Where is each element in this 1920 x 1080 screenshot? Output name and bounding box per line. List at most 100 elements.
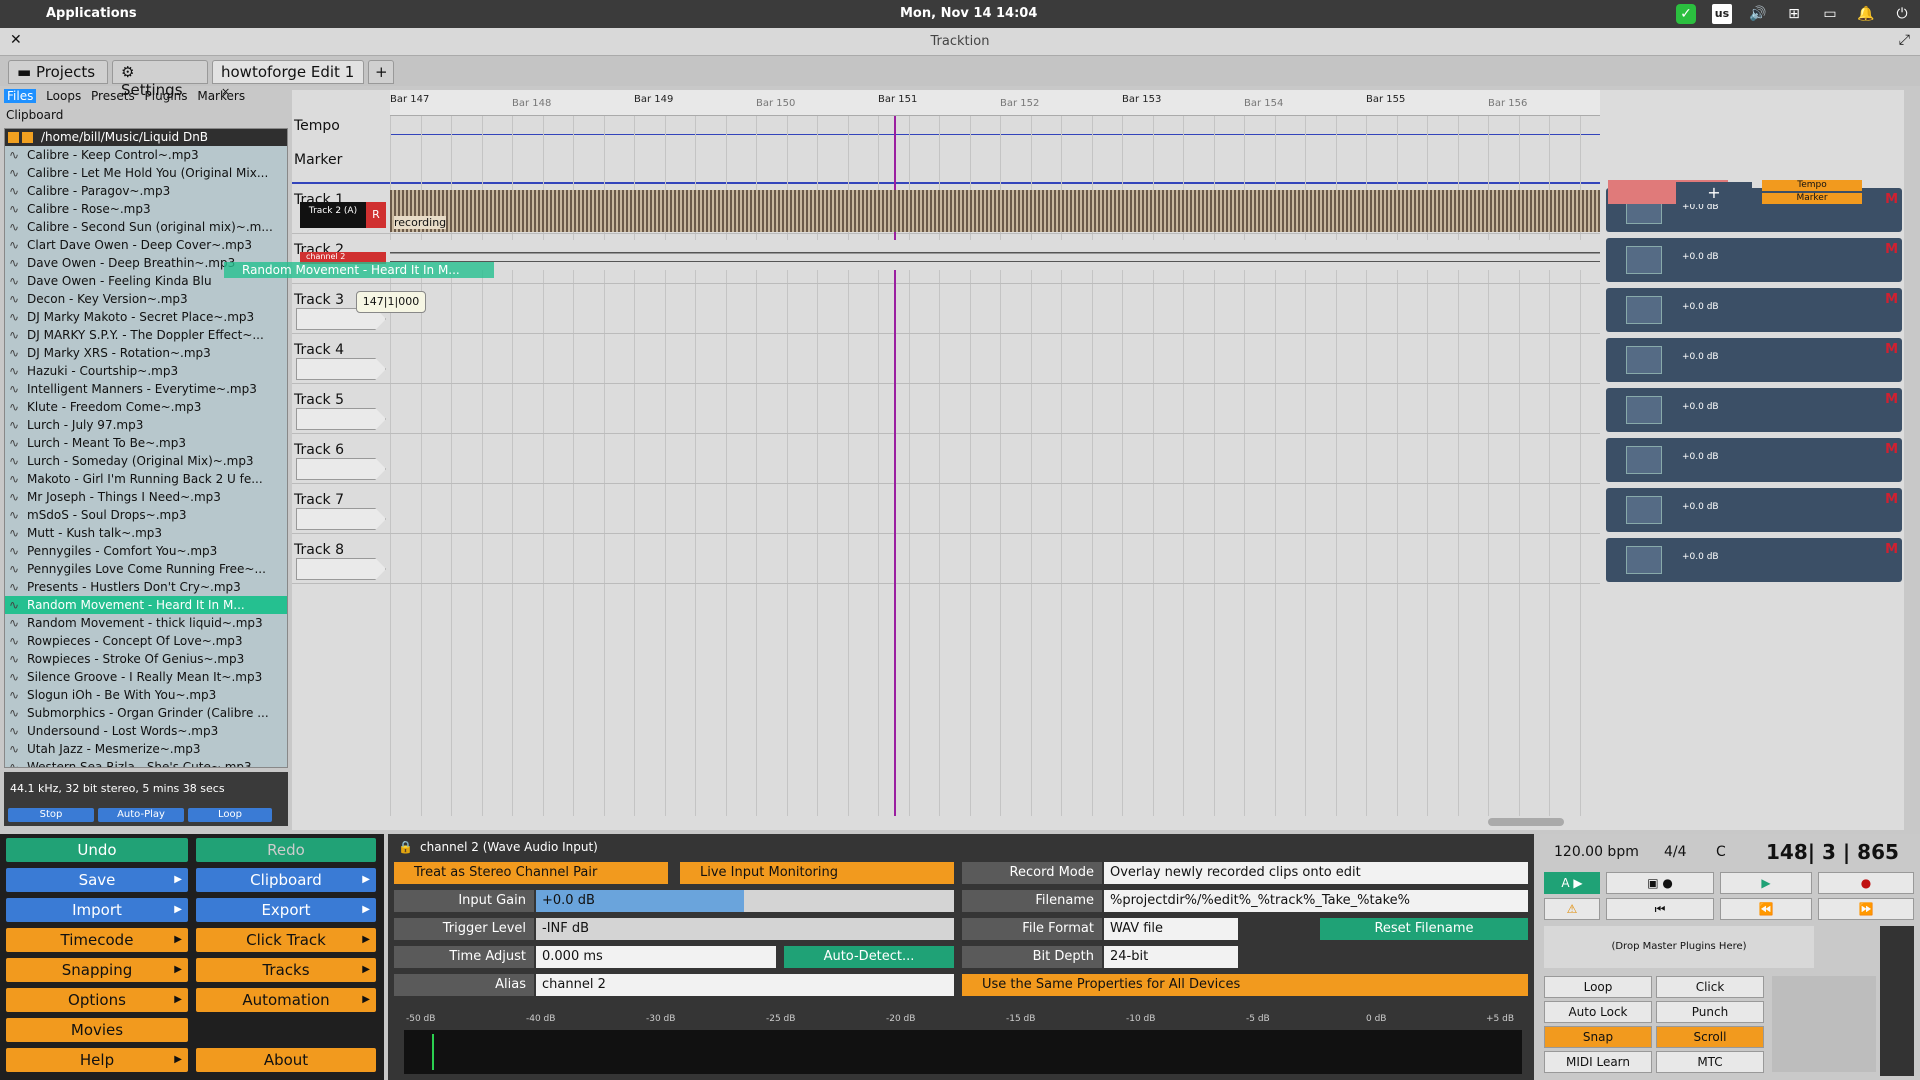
tab-projects[interactable]: ▬ Projects [8, 60, 108, 84]
add-tab-button[interactable]: + [368, 60, 394, 84]
file-list-item[interactable]: Calibre - Let Me Hold You (Original Mix.… [5, 164, 287, 182]
file-list-item[interactable]: DJ Marky XRS - Rotation~.mp3 [5, 344, 287, 362]
stereo-pair-toggle[interactable]: Treat as Stereo Channel Pair [394, 862, 668, 884]
track-name[interactable]: Track 4 [294, 342, 344, 358]
bit-depth-select[interactable]: 24-bit [1104, 946, 1238, 968]
mute-button[interactable]: M [1885, 292, 1898, 307]
file-list-item[interactable]: Utah Jazz - Mesmerize~.mp3 [5, 740, 287, 758]
file-list-item[interactable]: Submorphics - Organ Grinder (Calibre ... [5, 704, 287, 722]
file-list-item[interactable]: Lurch - July 97.mp3 [5, 416, 287, 434]
time-signature-display[interactable]: 4/4 [1664, 844, 1687, 860]
help-button[interactable]: Help ▶ [6, 1048, 188, 1072]
volume-icon[interactable]: 🔊 [1748, 4, 1768, 24]
track1-input-label[interactable]: Track 2 (A) [300, 202, 366, 228]
input-gain-slider[interactable]: +0.0 dB [536, 890, 954, 912]
filename-input[interactable]: %projectdir%/%edit%_%track%_Take_%take% [1104, 890, 1528, 912]
marker-toggle[interactable]: Marker [1762, 193, 1862, 204]
file-list-item[interactable]: mSdoS - Soul Drops~.mp3 [5, 506, 287, 524]
mute-button[interactable]: M [1885, 342, 1898, 357]
browser-tab-loops[interactable]: Loops [46, 89, 81, 103]
file-list-item[interactable]: Lurch - Someday (Original Mix)~.mp3 [5, 452, 287, 470]
add-button[interactable]: + [1676, 182, 1752, 204]
stop-preview-button[interactable]: Stop [8, 808, 94, 822]
track-volume-fader[interactable] [1626, 496, 1662, 524]
punch-toggle[interactable]: Punch [1656, 1001, 1764, 1023]
loop-toggle[interactable]: Loop [1544, 976, 1652, 998]
mute-button[interactable]: M [1885, 542, 1898, 557]
master-plugins-drop-area[interactable]: (Drop Master Plugins Here) [1544, 926, 1814, 968]
alias-input[interactable]: channel 2 [536, 974, 954, 996]
auto-detect-button[interactable]: Auto-Detect... [784, 946, 954, 968]
mute-button[interactable]: M [1885, 492, 1898, 507]
track-row[interactable]: Track 4 [292, 336, 1600, 384]
same-properties-toggle[interactable]: Use the Same Properties for All Devices [962, 974, 1528, 996]
file-list-item[interactable]: Rowpieces - Concept Of Love~.mp3 [5, 632, 287, 650]
path-bar[interactable]: /home/bill/Music/Liquid DnB [5, 129, 287, 146]
movies-button[interactable]: Movies [6, 1018, 188, 1042]
notification-icon[interactable]: 🔔 [1856, 4, 1876, 24]
track-volume-fader[interactable] [1626, 446, 1662, 474]
track-input-slot[interactable] [296, 408, 386, 430]
file-list-item[interactable]: Klute - Freedom Come~.mp3 [5, 398, 287, 416]
record-button[interactable]: ● [1818, 872, 1914, 894]
file-list-item[interactable]: Pennygiles - Comfort You~.mp3 [5, 542, 287, 560]
file-list-item[interactable]: Mutt - Kush talk~.mp3 [5, 524, 287, 542]
snap-toggle[interactable]: Snap [1544, 1026, 1652, 1048]
tempo-line[interactable] [390, 134, 1600, 135]
about-button[interactable]: About [196, 1048, 376, 1072]
file-list-item[interactable]: Calibre - Second Sun (original mix)~.m..… [5, 218, 287, 236]
key-display[interactable]: C [1716, 844, 1726, 860]
file-list-item[interactable]: Calibre - Rose~.mp3 [5, 200, 287, 218]
undo-button[interactable]: Undo [6, 838, 188, 862]
file-list-item[interactable]: Intelligent Manners - Everytime~.mp3 [5, 380, 287, 398]
track-volume-fader[interactable] [1626, 246, 1662, 274]
warning-icon[interactable]: ⚠ [1544, 898, 1600, 920]
tempo-toggle[interactable]: Tempo [1762, 180, 1862, 191]
track2-waveform[interactable] [390, 240, 1600, 270]
file-list-item[interactable]: Random Movement - thick liquid~.mp3 [5, 614, 287, 632]
track-name[interactable]: Track 3 [294, 292, 344, 308]
auto-play-toggle[interactable]: Auto-Play [98, 808, 184, 822]
file-list-item[interactable]: Calibre - Keep Control~.mp3 [5, 146, 287, 164]
import-button[interactable]: Import ▶ [6, 898, 188, 922]
file-list-item[interactable]: Pennygiles Love Come Running Free~... [5, 560, 287, 578]
tempo-display[interactable]: 120.00 bpm [1554, 844, 1639, 860]
track-volume-fader[interactable] [1626, 296, 1662, 324]
timecode-button[interactable]: Timecode ▶ [6, 928, 188, 952]
mute-button[interactable]: M [1885, 192, 1898, 207]
file-list-item[interactable]: Decon - Key Version~.mp3 [5, 290, 287, 308]
export-button[interactable]: Export ▶ [196, 898, 376, 922]
track-row[interactable]: Track 8 [292, 536, 1600, 584]
time-adjust-input[interactable]: 0.000 ms [536, 946, 776, 968]
network-icon[interactable]: ⊞ [1784, 4, 1804, 24]
track1-record-button[interactable]: R [366, 202, 386, 228]
reset-filename-button[interactable]: Reset Filename [1320, 918, 1528, 940]
horizontal-scrollbar[interactable] [1488, 818, 1564, 826]
file-list-item[interactable]: Clart Dave Owen - Deep Cover~.mp3 [5, 236, 287, 254]
file-list-item[interactable]: Mr Joseph - Things I Need~.mp3 [5, 488, 287, 506]
tab-edit[interactable]: howtoforge Edit 1 × [212, 60, 364, 98]
file-list-item[interactable]: DJ Marky Makoto - Secret Place~.mp3 [5, 308, 287, 326]
file-list-item[interactable]: DJ MARKY S.P.Y. - The Doppler Effect~... [5, 326, 287, 344]
clipboard-button[interactable]: Clipboard ▶ [196, 868, 376, 892]
tab-settings[interactable]: ⚙ Settings [112, 60, 208, 99]
auto-lock-toggle[interactable]: Auto Lock [1544, 1001, 1652, 1023]
file-list-item[interactable]: Silence Groove - I Really Mean It~.mp3 [5, 668, 287, 686]
play-button[interactable]: ▶ [1720, 872, 1812, 894]
click-track-button[interactable]: Click Track ▶ [196, 928, 376, 952]
track-name[interactable]: Track 6 [294, 442, 344, 458]
save-button[interactable]: Save ▶ [6, 868, 188, 892]
rewind-start-button[interactable]: ⏮ [1606, 898, 1714, 920]
mute-button[interactable]: M [1885, 392, 1898, 407]
track-name[interactable]: Track 5 [294, 392, 344, 408]
redo-button[interactable]: Redo [196, 838, 376, 862]
file-list-item[interactable]: Calibre - Paragov~.mp3 [5, 182, 287, 200]
file-format-select[interactable]: WAV file [1104, 918, 1238, 940]
track-input-slot[interactable] [296, 508, 386, 530]
file-list-item[interactable]: Slogun iOh - Be With You~.mp3 [5, 686, 287, 704]
track-row[interactable]: Track 6 [292, 436, 1600, 484]
scroll-toggle[interactable]: Scroll [1656, 1026, 1764, 1048]
update-check-icon[interactable]: ✓ [1676, 4, 1696, 24]
file-list-item[interactable]: Makoto - Girl I'm Running Back 2 U fe... [5, 470, 287, 488]
midi-learn-toggle[interactable]: MIDI Learn [1544, 1051, 1652, 1073]
